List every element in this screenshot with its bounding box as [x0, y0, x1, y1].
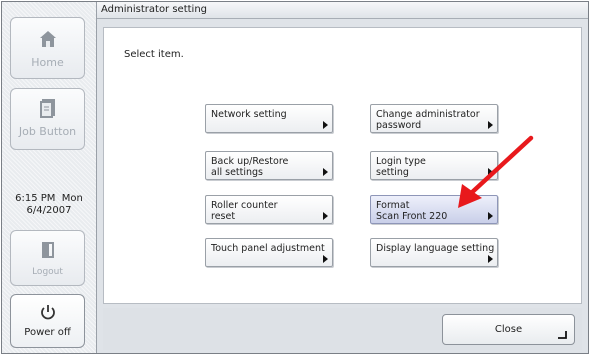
power-off-label: Power off — [24, 327, 71, 338]
logout-icon — [41, 242, 54, 258]
option-label: Display language setting — [376, 243, 495, 254]
backup-restore-button[interactable]: Back up/Restore all settings — [205, 151, 333, 180]
arrow-right-icon — [323, 168, 328, 176]
option-label: Back up/Restore all settings — [211, 156, 289, 178]
arrow-right-icon — [488, 212, 493, 220]
clock-date: 6/4/2007 — [26, 205, 72, 216]
login-type-setting-button[interactable]: Login type setting — [370, 151, 498, 180]
format-scan-front-button[interactable]: Format Scan Front 220 — [370, 195, 498, 224]
app-frame: Home Job Button 6:15 PM Mon 6/4/2007 Log… — [1, 1, 589, 354]
roller-counter-reset-button[interactable]: Roller counter reset — [205, 195, 333, 224]
close-label: Close — [494, 324, 523, 335]
display-language-setting-button[interactable]: Display language setting — [370, 238, 498, 267]
option-label: Network setting — [211, 109, 287, 120]
home-label: Home — [31, 56, 64, 69]
enter-icon — [558, 331, 567, 339]
arrow-right-icon — [323, 255, 328, 263]
prompt-text: Select item. — [124, 49, 184, 60]
home-icon — [39, 31, 56, 47]
clock-time: 6:15 PM Mon — [15, 193, 83, 204]
logout-label: Logout — [32, 267, 63, 277]
touch-panel-adjustment-button[interactable]: Touch panel adjustment — [205, 238, 333, 267]
close-button[interactable]: Close — [442, 314, 575, 345]
footer-bar: Close — [103, 308, 582, 350]
arrow-right-icon — [488, 121, 493, 129]
option-label: Format Scan Front 220 — [376, 200, 448, 222]
option-label: Change administrator password — [376, 109, 480, 131]
change-admin-password-button[interactable]: Change administrator password — [370, 104, 498, 133]
option-label: Login type setting — [376, 156, 426, 178]
option-label: Touch panel adjustment — [211, 243, 325, 254]
arrow-right-icon — [323, 121, 328, 129]
arrow-right-icon — [323, 212, 328, 220]
content-area: Select item. Network setting Change admi… — [103, 27, 582, 304]
job-button[interactable]: Job Button — [10, 88, 85, 150]
arrow-right-icon — [488, 168, 493, 176]
option-label: Roller counter reset — [211, 200, 278, 222]
window-title: Administrator setting — [97, 2, 588, 19]
network-setting-button[interactable]: Network setting — [205, 104, 333, 133]
arrow-right-icon — [488, 255, 493, 263]
clock: 6:15 PM Mon 6/4/2007 — [2, 193, 96, 217]
main-panel: Administrator setting Select item. Netwo… — [97, 2, 588, 353]
power-off-button[interactable]: Power off — [10, 294, 85, 348]
job-button-label: Job Button — [18, 125, 77, 138]
power-icon — [40, 305, 55, 320]
job-button-icon — [39, 99, 55, 118]
logout-button[interactable]: Logout — [10, 230, 85, 286]
home-button[interactable]: Home — [10, 17, 85, 79]
sidebar: Home Job Button 6:15 PM Mon 6/4/2007 Log… — [2, 2, 97, 353]
